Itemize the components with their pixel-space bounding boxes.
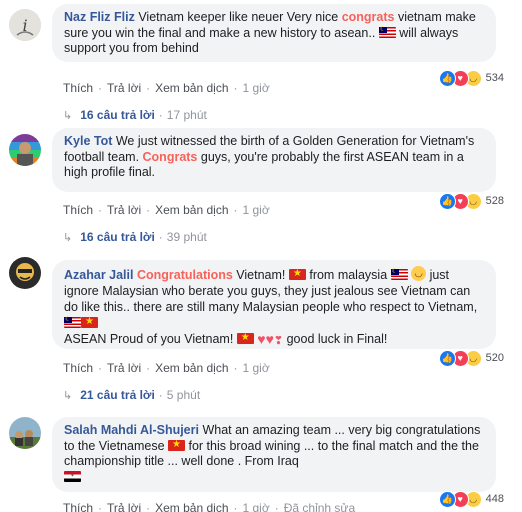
- comment-bubble: Azahar Jalil Congratulations Vietnam! fr…: [52, 260, 496, 349]
- reactions-summary[interactable]: 👍 ♥ ◡ 520: [438, 348, 504, 368]
- vietnam-flag-icon: [168, 438, 186, 452]
- malaysia-flag-icon: [390, 266, 408, 280]
- reaction-count: 534: [485, 72, 504, 84]
- comment-text: Vietnam keeper like neuer Very nice: [134, 10, 342, 24]
- like-link[interactable]: Thích: [63, 361, 93, 375]
- like-link[interactable]: Thích: [63, 203, 93, 217]
- avatar[interactable]: [9, 417, 41, 449]
- highlight-text: Congrats: [142, 149, 198, 164]
- highlight-text: congrats: [341, 10, 395, 24]
- view-replies[interactable]: ↳ 16 câu trả lời · 17 phút: [63, 108, 207, 123]
- comment-author[interactable]: Salah Mahdi Al-Shujeri: [64, 423, 199, 437]
- heart-icon: ♥: [257, 331, 266, 347]
- comment-bubble: Kyle Tot We just witnessed the birth of …: [52, 128, 496, 192]
- comment-text: good luck in Final!: [283, 332, 388, 346]
- reply-time: 39 phút: [166, 230, 207, 244]
- comment-text: from malaysia: [305, 268, 391, 282]
- view-replies[interactable]: ↳ 16 câu trả lời · 39 phút: [63, 230, 207, 245]
- reply-arrow-icon: ↳: [63, 232, 73, 244]
- avatar[interactable]: i: [9, 9, 41, 41]
- edited-label[interactable]: Đã chỉnh sửa: [284, 501, 355, 512]
- comment-actions: Thích · Trả lời · Xem bản dịch · 1 giờ: [63, 81, 270, 95]
- comment-text: Vietnam!: [232, 268, 289, 282]
- highlight-text: Congratulations: [136, 268, 233, 282]
- translate-link[interactable]: Xem bản dịch: [155, 81, 228, 95]
- like-reaction-icon: 👍: [438, 490, 456, 508]
- comment-author[interactable]: Naz Fliz Fliz: [64, 10, 135, 24]
- reply-link[interactable]: Trả lời: [107, 203, 141, 217]
- reactions-summary[interactable]: 👍 ♥ ◡ 528: [438, 191, 504, 211]
- reply-arrow-icon: ↳: [63, 390, 73, 402]
- malaysia-flag-icon: [378, 24, 396, 38]
- view-replies[interactable]: ↳ 21 câu trả lời · 5 phút: [63, 388, 200, 403]
- timestamp[interactable]: 1 giờ: [243, 81, 270, 95]
- like-reaction-icon: 👍: [438, 69, 456, 87]
- comment-bubble: Salah Mahdi Al-Shujeri What an amazing t…: [52, 417, 496, 492]
- like-link[interactable]: Thích: [63, 501, 93, 512]
- reply-time: 5 phút: [166, 388, 201, 402]
- malaysia-flag-icon: [64, 314, 81, 328]
- avatar[interactable]: [9, 257, 41, 289]
- like-link[interactable]: Thích: [63, 81, 93, 95]
- two-hearts-icon: ❣: [273, 335, 284, 347]
- vietnam-flag-icon: [288, 267, 306, 281]
- reactions-summary[interactable]: 👍 ♥ ◡ 448: [438, 489, 504, 509]
- translate-link[interactable]: Xem bản dịch: [155, 361, 228, 375]
- timestamp[interactable]: 1 giờ: [243, 501, 270, 512]
- reaction-count: 528: [485, 195, 504, 207]
- timestamp[interactable]: 1 giờ: [243, 203, 270, 217]
- vietnam-flag-icon: [81, 315, 98, 329]
- reply-link[interactable]: Trả lời: [107, 501, 141, 512]
- comment-author[interactable]: Azahar Jalil: [64, 268, 133, 282]
- reply-link[interactable]: Trả lời: [107, 361, 141, 375]
- vietnam-flag-icon: [236, 331, 254, 345]
- like-reaction-icon: 👍: [438, 192, 456, 210]
- like-reaction-icon: 👍: [438, 349, 456, 367]
- translate-link[interactable]: Xem bản dịch: [155, 501, 228, 512]
- comment-bubble: Naz Fliz Fliz Vietnam keeper like neuer …: [52, 4, 496, 62]
- reply-count[interactable]: 16 câu trả lời: [80, 230, 155, 244]
- smiley-icon: [411, 266, 427, 281]
- reply-count[interactable]: 16 câu trả lời: [80, 108, 155, 122]
- comment-author[interactable]: Kyle Tot: [64, 134, 112, 148]
- translate-link[interactable]: Xem bản dịch: [155, 203, 228, 217]
- comment-actions: Thích · Trả lời · Xem bản dịch · 1 giờ · Đã chỉn…: [63, 501, 355, 512]
- comment-actions: Thích · Trả lời · Xem bản dịch · 1 giờ: [63, 361, 270, 375]
- reply-count[interactable]: 21 câu trả lời: [80, 388, 155, 402]
- reply-time: 17 phút: [166, 108, 207, 122]
- avatar[interactable]: [9, 134, 41, 166]
- reaction-count: 448: [485, 493, 504, 505]
- reaction-count: 520: [485, 352, 504, 364]
- comment-actions: Thích · Trả lời · Xem bản dịch · 1 giờ: [63, 203, 270, 217]
- timestamp[interactable]: 1 giờ: [243, 361, 270, 375]
- reply-link[interactable]: Trả lời: [107, 81, 141, 95]
- comment-text: ASEAN Proud of you Vietnam!: [64, 332, 237, 346]
- reactions-summary[interactable]: 👍 ♥ ◡ 534: [438, 68, 504, 88]
- iraq-flag-icon: [64, 470, 81, 482]
- reply-arrow-icon: ↳: [63, 110, 73, 122]
- heart-icon: ♥: [265, 331, 274, 347]
